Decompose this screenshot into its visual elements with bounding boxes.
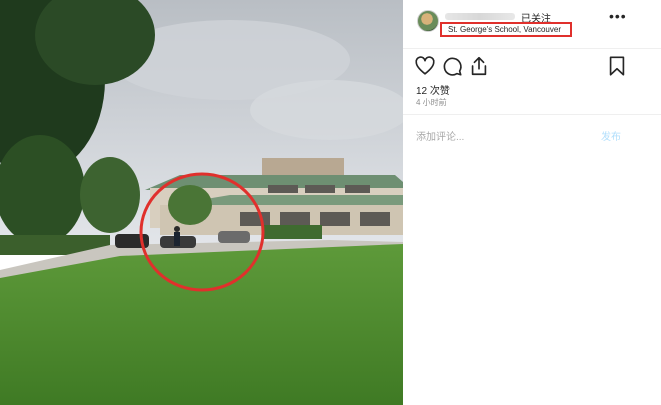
like-count[interactable]: 12 次赞 (416, 82, 450, 97)
divider (403, 114, 661, 115)
username-redacted[interactable] (445, 13, 515, 20)
post-side-panel: 已关注 ••• St. George's School, Vancouver 1… (403, 0, 661, 405)
avatar[interactable] (417, 10, 439, 32)
more-options-icon[interactable]: ••• (609, 9, 627, 23)
post-comment-button[interactable]: 发布 (601, 128, 621, 143)
location-link[interactable]: St. George's School, Vancouver (440, 22, 572, 37)
post-header: 已关注 ••• St. George's School, Vancouver (403, 0, 661, 49)
share-upload-icon[interactable] (468, 55, 490, 77)
speech-bubble-icon[interactable] (441, 55, 463, 77)
post-timestamp[interactable]: 4 小时前 (416, 97, 447, 108)
bookmark-icon[interactable] (606, 55, 628, 77)
action-bar (403, 55, 661, 79)
post-photo (0, 0, 403, 405)
heart-icon[interactable] (414, 55, 436, 77)
comment-input[interactable]: 添加评论... (416, 128, 464, 143)
